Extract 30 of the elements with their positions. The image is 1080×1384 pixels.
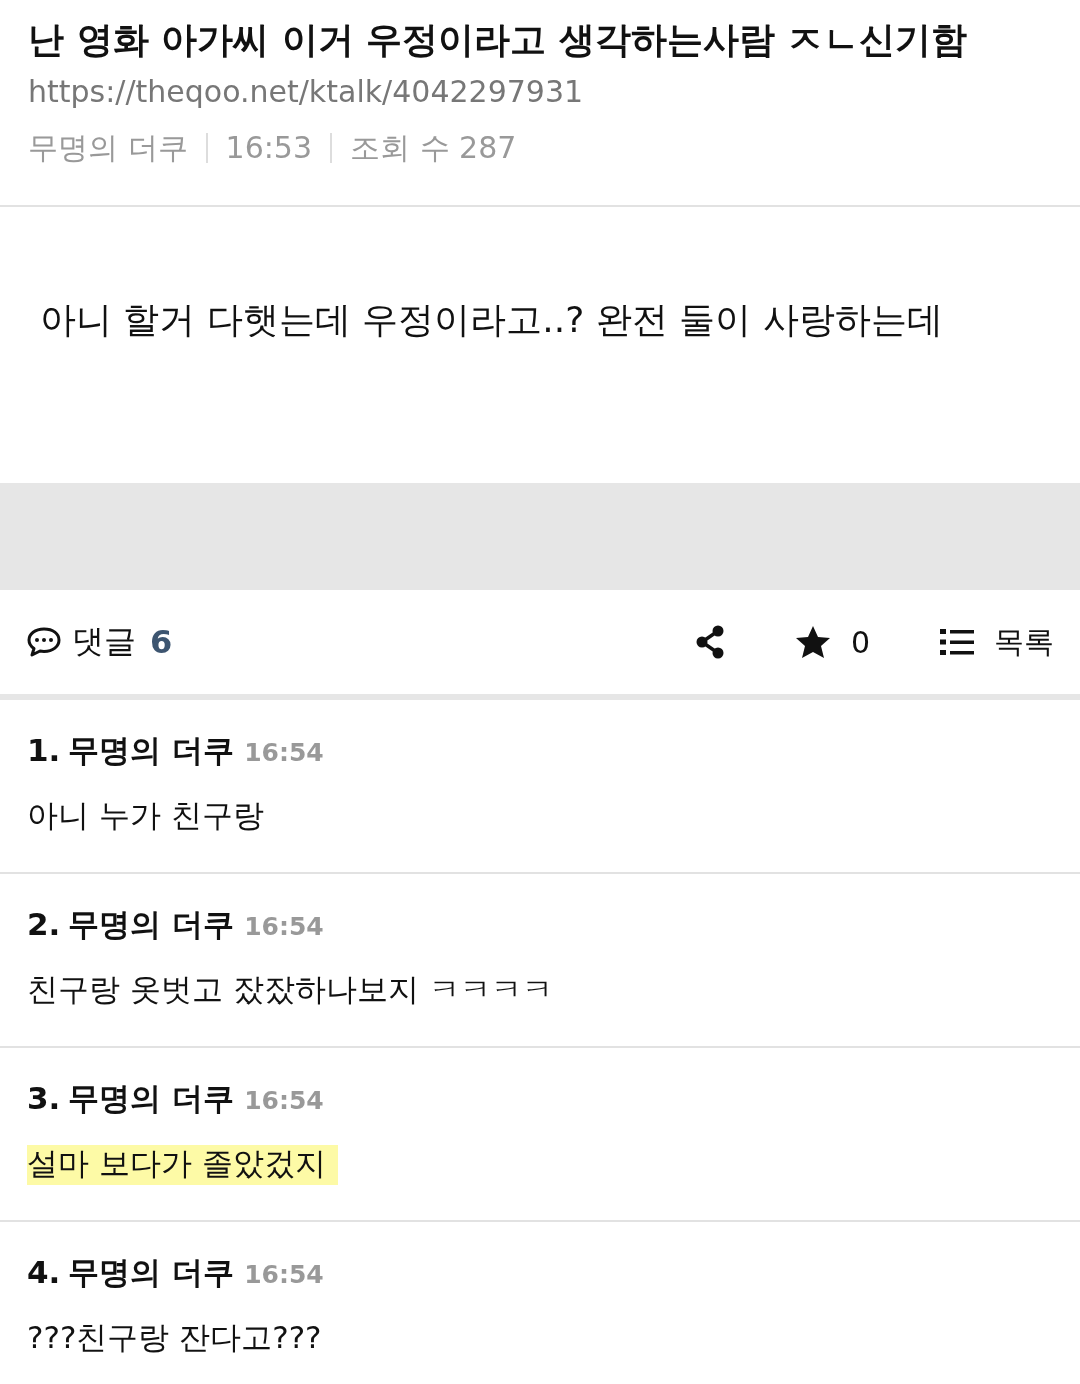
author-name: 무명의 더쿠 (28, 129, 188, 167)
comment-icon (26, 626, 62, 658)
comments-label[interactable]: 댓글 (72, 620, 136, 664)
comment-text: 아니 누가 친구랑 (27, 797, 264, 833)
star-icon[interactable] (794, 625, 831, 659)
comment-number: 2. (27, 905, 61, 944)
post-url: https://theqoo.net/ktalk/4042297931 (28, 73, 585, 111)
comment-count: 6 (150, 623, 173, 661)
share-icon[interactable] (694, 625, 725, 659)
comment-author: 무명의 더쿠 (68, 905, 235, 944)
post-body: 아니 할거 다햇는데 우정이라고..? 완전 둘이 사랑하는데 (40, 298, 944, 342)
view-count: 조회 수 287 (350, 129, 517, 167)
comment-time: 16:54 (244, 911, 324, 943)
comment-text: 친구랑 옷벗고 잤잤하나보지 ㅋㅋㅋㅋ (27, 971, 553, 1007)
comment-author: 무명의 더쿠 (68, 1079, 235, 1118)
comment-number: 4. (27, 1253, 61, 1292)
comment-time: 16:54 (244, 1085, 324, 1117)
comment-author: 무명의 더쿠 (68, 731, 235, 770)
comment-number: 3. (27, 1079, 61, 1118)
comment-time: 16:54 (244, 1259, 324, 1291)
star-count: 0 (850, 624, 870, 660)
comment-time: 16:54 (244, 737, 324, 769)
post-time: 16:53 (225, 129, 312, 167)
comment-author: 무명의 더쿠 (68, 1253, 235, 1292)
post-title: 난 영화 아가씨 이거 우정이라고 생각하는사람 ㅈㄴ신기함 (28, 18, 969, 62)
list-link[interactable]: 목록 (994, 621, 1054, 663)
comment-number: 1. (27, 731, 61, 770)
list-icon[interactable] (940, 628, 974, 656)
highlighted-comment-text: 설마 보다가 졸았겄지 (27, 1145, 338, 1185)
comment-text: ???친구랑 잔다고??? (27, 1319, 322, 1355)
